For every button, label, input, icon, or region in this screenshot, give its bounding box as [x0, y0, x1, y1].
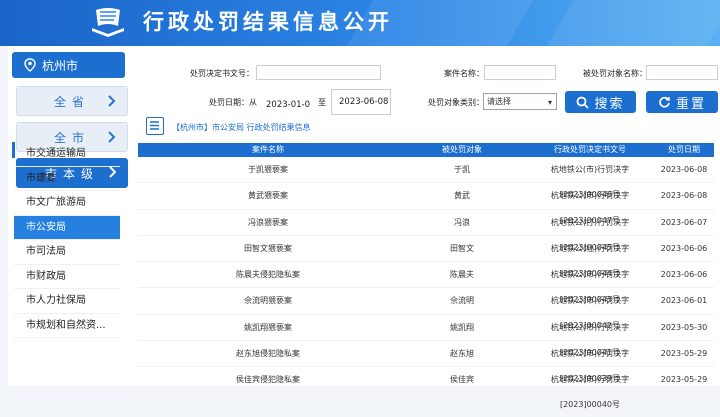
department-item[interactable]: 市人力社保局	[14, 289, 120, 314]
table-row[interactable]: 赵东旭侵犯隐私案 赵东旭 杭地铁公(市)行罚决字[2023]00039号 2023-0…	[138, 341, 714, 384]
department-list: 市交通运输局 市建委 市文广旅游局 市公安局 市司法局 市财政局 市人力社保局 …	[14, 142, 120, 338]
target-type-label: 处罚对象类别：	[428, 98, 484, 107]
table-row[interactable]: 于凯猥亵案 于凯 杭地铁公(市)行罚决字[2023]00046号 2023-06-08	[138, 157, 714, 199]
table-row[interactable]: 冯浪猥亵案 冯浪 杭地铁公(打)行罚决字[2023]00045号 2023-06-07	[138, 210, 714, 252]
refresh-icon	[659, 96, 670, 108]
department-item[interactable]: 市财政局	[14, 265, 120, 289]
cell-target: 田智文	[450, 243, 474, 253]
cell-target: 于凯	[454, 165, 470, 174]
level-label: 全省	[53, 94, 90, 109]
cell-target: 黄武	[454, 191, 470, 201]
results-table: 案件名称 被处罚对象 行政处罚决定书文号 处罚日期 于凯猥亵案 于凯 杭地铁公(市)…	[138, 143, 714, 410]
department-item[interactable]: 市规划和自然资...	[14, 314, 120, 338]
cell-doc-no: 杭地铁公(市)行罚决字[2023]00046号	[550, 165, 630, 199]
cell-target: 姚凯翔	[450, 322, 474, 332]
cell-case-name[interactable]: 田智文猥亵案	[138, 236, 398, 261]
date-from-input[interactable]	[262, 89, 312, 115]
target-type-value: 请选择	[487, 97, 511, 106]
case-name-label: 案件名称：	[444, 69, 484, 78]
doc-no-label: 处罚决定书文号：	[190, 69, 254, 78]
cell-doc-no: 杭地铁公(市)行罚决字[2023]00040号	[550, 375, 630, 410]
cell-case-name[interactable]: 陈晨夫侵犯隐私案	[138, 262, 398, 287]
location-pin-icon	[24, 58, 36, 72]
cell-case-name[interactable]: 黄武猥亵案	[138, 183, 398, 208]
cell-doc-no: 杭地铁公(市)行罚决字[2023]00042号	[550, 296, 630, 331]
cell-date: 2023-05-29	[660, 349, 708, 359]
cell-target: 冯浪	[454, 217, 470, 227]
table-row[interactable]: 陈晨夫侵犯隐私案 陈晨夫 杭地铁公(市)行罚决字[2023]00043号 2023-0…	[138, 262, 714, 305]
page-title: 行政处罚结果信息公开	[143, 10, 393, 34]
header-banner: 行政处罚结果信息公开	[0, 0, 720, 46]
cell-target: 侯佳宾	[450, 375, 474, 385]
cell-case-name[interactable]: 冯浪猥亵案	[138, 210, 398, 235]
cell-date: 2023-06-08	[660, 165, 708, 174]
cell-case-name[interactable]: 赵东旭侵犯隐私案	[138, 341, 398, 366]
date-label: 处罚日期：从	[209, 98, 257, 107]
date-to-label: 至	[318, 98, 326, 107]
breadcrumb: 【杭州市】市公安局 行政处罚结果信息	[172, 123, 311, 132]
chevron-down-icon: ▾	[547, 98, 552, 107]
cell-date: 2023-06-01	[660, 296, 708, 306]
book-icon	[92, 8, 124, 37]
table-row[interactable]: 侯佳宾侵犯隐私案 侯佳宾 杭地铁公(市)行罚决字[2023]00040号 2023-0…	[138, 367, 714, 410]
header-date: 处罚日期	[668, 145, 700, 154]
cell-doc-no: 杭地铁公(打)行罚决字[2023]00045号	[550, 217, 630, 252]
target-name-label: 被处罚对象名称：	[583, 69, 647, 78]
reset-button[interactable]: 重置	[646, 91, 718, 113]
list-icon	[146, 117, 164, 135]
cell-doc-no: 杭地铁公(市)行罚决字[2023]00041号	[550, 322, 630, 357]
department-item[interactable]: 市交通运输局	[14, 142, 120, 167]
cell-target: 赵东旭	[450, 349, 474, 359]
header-target: 被处罚对象	[442, 145, 482, 154]
cell-date: 2023-05-30	[660, 322, 708, 332]
case-name-input[interactable]	[484, 65, 556, 80]
cell-case-name[interactable]: 佘流明猥亵案	[138, 288, 398, 313]
reset-button-label: 重置	[675, 96, 706, 112]
banner-decoration	[546, 0, 720, 46]
search-icon	[577, 96, 590, 109]
department-item[interactable]: 市司法局	[14, 240, 120, 265]
cell-date: 2023-06-06	[660, 270, 708, 280]
department-item-active[interactable]: 市公安局	[14, 215, 120, 240]
table-body: 于凯猥亵案 于凯 杭地铁公(市)行罚决字[2023]00046号 2023-06-08…	[138, 157, 714, 410]
search-button-label: 搜索	[594, 96, 625, 112]
cell-case-name[interactable]: 姚凯翔猥亵案	[138, 315, 398, 340]
target-name-input[interactable]	[646, 65, 718, 80]
cell-target: 佘流明	[450, 296, 474, 306]
cell-date: 2023-06-06	[660, 243, 708, 253]
table-row[interactable]: 田智文猥亵案 田智文 杭地铁公(杜)行罚决字[2023]00044号 2023-06-…	[138, 236, 714, 278]
cell-date: 2023-06-07	[660, 217, 708, 227]
table-row[interactable]: 佘流明猥亵案 佘流明 杭地铁公(市)行罚决字[2023]00042号 2023-06-…	[138, 288, 714, 331]
level-province[interactable]: 全省	[16, 86, 128, 116]
search-button[interactable]: 搜索	[565, 91, 636, 113]
department-item[interactable]: 市建委	[14, 167, 120, 191]
cell-doc-no: 杭地铁公(杜)行罚决字[2023]00044号	[550, 243, 630, 278]
table-header: 案件名称 被处罚对象 行政处罚决定书文号 处罚日期	[138, 143, 714, 157]
cell-case-name[interactable]: 侯佳宾侵犯隐私案	[138, 367, 398, 392]
chevron-right-icon	[108, 95, 116, 107]
city-selector[interactable]: 杭州市	[12, 52, 125, 78]
date-to-input[interactable]	[331, 89, 391, 115]
cell-date: 2023-06-08	[660, 191, 708, 201]
department-item[interactable]: 市文广旅游局	[14, 191, 120, 216]
cell-doc-no: 杭地铁公(市)行罚决字[2023]00047号	[550, 191, 630, 226]
cell-date: 2023-05-29	[660, 375, 708, 385]
header-case-name: 案件名称	[252, 145, 284, 154]
header-doc-no: 行政处罚决定书文号	[554, 145, 626, 154]
city-name: 杭州市	[42, 58, 79, 73]
doc-no-input[interactable]	[256, 65, 381, 80]
table-row[interactable]: 姚凯翔猥亵案 姚凯翔 杭地铁公(市)行罚决字[2023]00041号 2023-05-…	[138, 315, 714, 357]
table-row[interactable]: 黄武猥亵案 黄武 杭地铁公(市)行罚决字[2023]00047号 2023-06-08	[138, 183, 714, 226]
target-type-select[interactable]: 请选择 ▾	[483, 93, 557, 110]
cell-case-name[interactable]: 于凯猥亵案	[138, 157, 398, 182]
cell-doc-no: 杭地铁公(市)行罚决字[2023]00039号	[550, 349, 630, 384]
list-icon-lines	[150, 121, 159, 130]
cell-doc-no: 杭地铁公(市)行罚决字[2023]00043号	[550, 270, 630, 305]
cell-target: 陈晨夫	[450, 270, 474, 280]
